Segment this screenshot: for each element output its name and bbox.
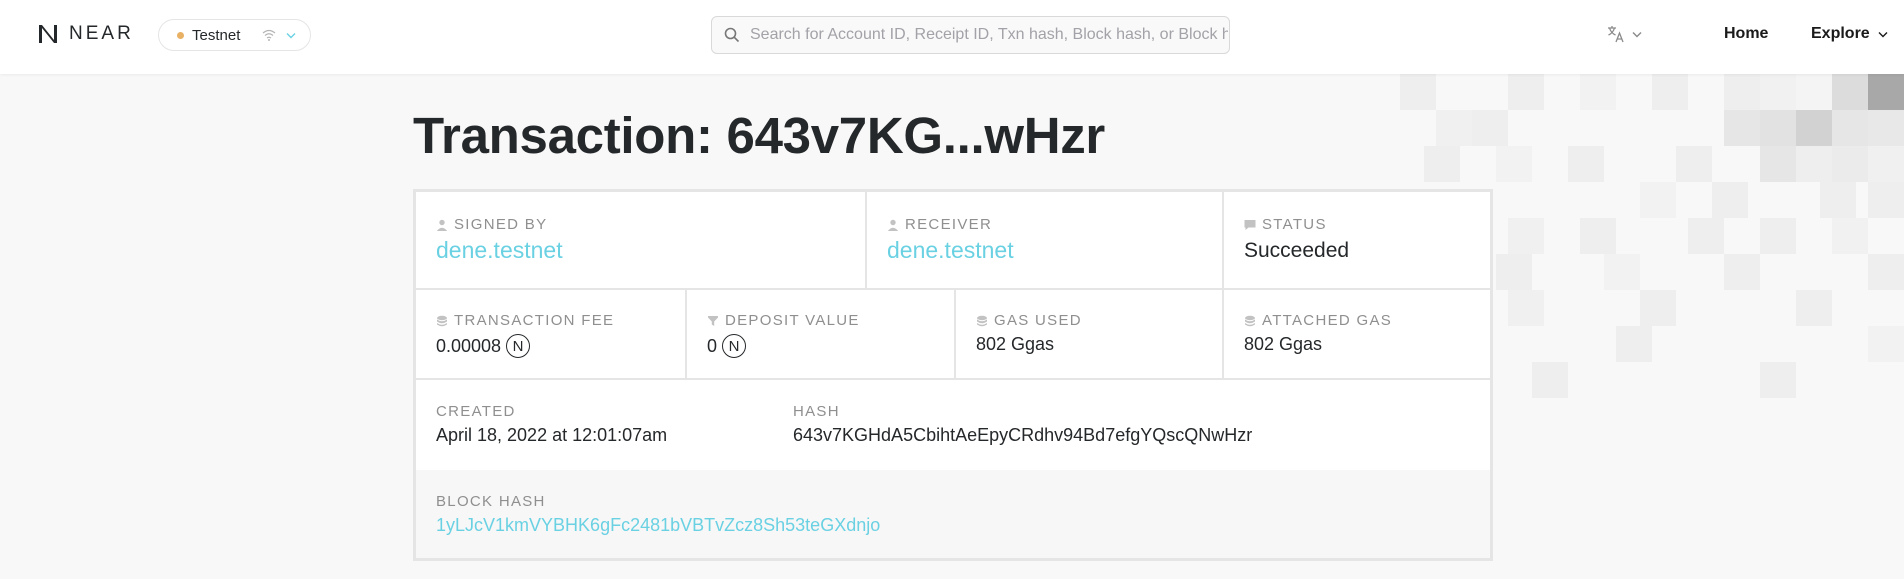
transaction-fee-cell: TRANSACTION FEE 0.00008 N <box>416 290 685 378</box>
deposit-value-label-wrap: DEPOSIT VALUE <box>707 312 954 329</box>
coins-icon <box>1245 315 1255 326</box>
signed-by-label: SIGNED BY <box>454 216 548 233</box>
attached-gas-cell: ATTACHED GAS 802 Ggas <box>1222 290 1490 378</box>
attached-gas-label-wrap: ATTACHED GAS <box>1244 312 1490 329</box>
coins-icon <box>977 315 987 326</box>
transaction-fee-label: TRANSACTION FEE <box>454 312 615 329</box>
user-icon <box>436 219 448 231</box>
hash-cell: HASH 643v7KGHdA5CbihtAeEpyCRdhv94Bd7efgY… <box>773 380 1490 470</box>
receiver-label-wrap: RECEIVER <box>887 216 1222 233</box>
transaction-fee-value: 0.00008 <box>436 335 502 356</box>
coins-icon <box>437 315 447 326</box>
status-value: Succeeded <box>1244 239 1350 262</box>
near-logo[interactable]: NEAR <box>36 22 134 46</box>
details-row-block-hash: BLOCK HASH 1yLJcV1kmVYBHK6gFc2481bVBTvZc… <box>416 470 1490 558</box>
created-value: April 18, 2022 at 12:01:07am <box>436 425 668 445</box>
page-title: Transaction: 643v7KG...wHzr <box>413 107 1105 164</box>
gas-used-label-wrap: GAS USED <box>976 312 1222 329</box>
network-selector[interactable]: Testnet <box>158 19 311 51</box>
near-token-icon: N <box>722 334 747 358</box>
status-label-wrap: STATUS <box>1244 216 1490 233</box>
details-row-amounts: TRANSACTION FEE 0.00008 N DEPOSIT VALUE … <box>416 290 1490 380</box>
gas-used-label: GAS USED <box>994 312 1082 329</box>
attached-gas-label: ATTACHED GAS <box>1262 312 1393 329</box>
block-hash-label: BLOCK HASH <box>436 493 546 510</box>
filter-icon <box>708 315 718 326</box>
created-label: CREATED <box>436 403 516 420</box>
top-navbar: NEAR Testnet Home Explore <box>0 0 1904 74</box>
signed-by-account-link[interactable]: dene.testnet <box>436 237 865 264</box>
signed-by-label-wrap: SIGNED BY <box>436 216 865 233</box>
transaction-fee-label-wrap: TRANSACTION FEE <box>436 312 685 329</box>
chevron-down-icon <box>286 32 296 38</box>
transaction-details-card: SIGNED BY dene.testnet RECEIVER dene.tes… <box>413 189 1493 561</box>
comment-icon <box>1244 219 1256 230</box>
status-label: STATUS <box>1262 216 1327 233</box>
details-row-parties: SIGNED BY dene.testnet RECEIVER dene.tes… <box>416 192 1490 290</box>
wifi-icon <box>262 29 276 41</box>
translate-icon <box>1608 26 1624 43</box>
receiver-label: RECEIVER <box>905 216 993 233</box>
chevron-down-icon <box>1878 31 1888 37</box>
nav-home-link[interactable]: Home <box>1724 25 1768 43</box>
chevron-down-icon <box>1632 31 1642 37</box>
attached-gas-value: 802 Ggas <box>1244 334 1323 354</box>
search-bar <box>711 16 1230 54</box>
receiver-account-link[interactable]: dene.testnet <box>887 237 1222 264</box>
nav-explore-label: Explore <box>1811 25 1870 42</box>
transaction-fee-value-wrap: 0.00008 N <box>436 334 685 358</box>
nav-explore-menu[interactable]: Explore <box>1811 25 1888 43</box>
deposit-value-wrap: 0 N <box>707 334 954 358</box>
status-cell: STATUS Succeeded <box>1222 192 1490 288</box>
deposit-value-cell: DEPOSIT VALUE 0 N <box>685 290 954 378</box>
language-selector[interactable] <box>1606 24 1642 44</box>
search-input[interactable] <box>750 26 1228 44</box>
receiver-cell: RECEIVER dene.testnet <box>865 192 1222 288</box>
gas-used-cell: GAS USED 802 Ggas <box>954 290 1222 378</box>
hash-label: HASH <box>793 403 840 420</box>
created-cell: CREATED April 18, 2022 at 12:01:07am <box>416 380 773 470</box>
deposit-value-label: DEPOSIT VALUE <box>725 312 860 329</box>
hash-value: 643v7KGHdA5CbihtAeEpyCRdhv94Bd7efgYQscQN… <box>793 425 1253 445</box>
signed-by-cell: SIGNED BY dene.testnet <box>416 192 865 288</box>
user-icon <box>887 219 899 231</box>
gas-used-value: 802 Ggas <box>976 334 1055 354</box>
network-label: Testnet <box>192 26 241 44</box>
block-hash-link[interactable]: 1yLJcV1kmVYBHK6gFc2481bVBTvZcz8Sh53teGXd… <box>436 515 1490 536</box>
block-hash-cell: BLOCK HASH 1yLJcV1kmVYBHK6gFc2481bVBTvZc… <box>416 470 1490 558</box>
details-row-created-hash: CREATED April 18, 2022 at 12:01:07am HAS… <box>416 380 1490 470</box>
network-status-dot <box>177 31 184 39</box>
deposit-value: 0 <box>707 335 718 356</box>
near-logo-icon <box>39 25 57 43</box>
logo-text: NEAR <box>69 23 134 44</box>
near-token-icon: N <box>506 334 531 358</box>
search-icon <box>724 27 740 43</box>
